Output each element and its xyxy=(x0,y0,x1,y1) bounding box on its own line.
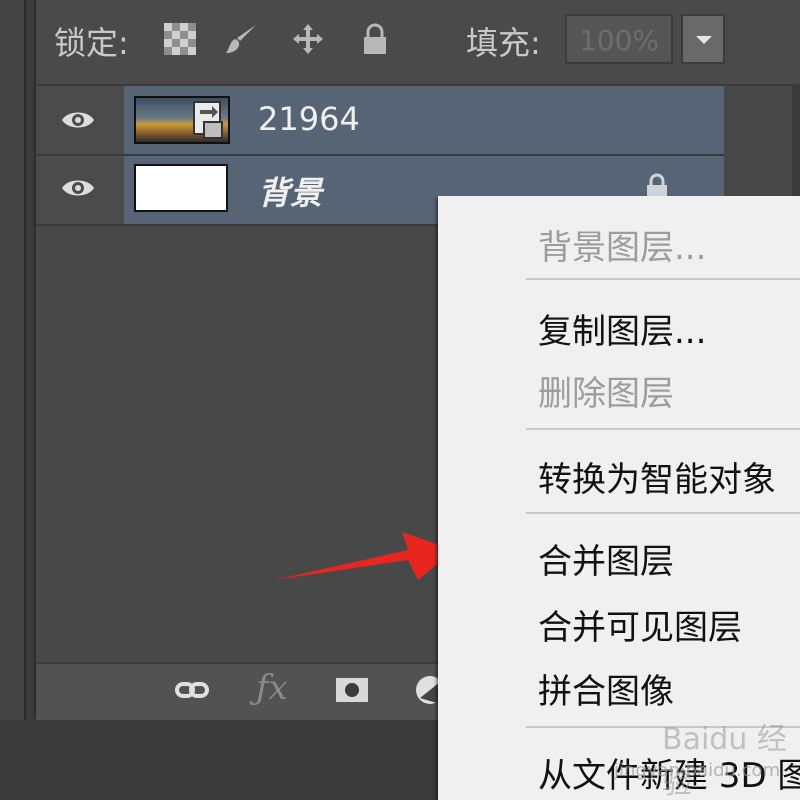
add-mask-icon[interactable] xyxy=(334,674,370,706)
menu-item-merge-visible[interactable]: 合并可见图层 xyxy=(538,600,742,649)
link-layers-icon[interactable] xyxy=(174,674,210,706)
fill-input[interactable]: 100% xyxy=(565,14,673,64)
fill-label: 填充: xyxy=(466,24,541,62)
menu-separator xyxy=(526,512,800,514)
baidu-watermark: Baidu 经验 xyxy=(662,722,787,800)
left-panel-strip xyxy=(0,0,26,720)
menu-item-flatten-image[interactable]: 拼合图像 xyxy=(538,664,674,713)
red-arrow-annotation xyxy=(274,532,454,580)
layer-context-menu: 背景图层... 复制图层... 删除图层 转换为智能对象 合并图层 合并可见图层… xyxy=(438,196,800,800)
lock-transparent-pixels-icon[interactable] xyxy=(163,22,197,56)
lock-label: 锁定: xyxy=(54,24,129,62)
fx-icon[interactable]: ƒx xyxy=(256,668,288,708)
menu-item-delete-layer: 删除图层 xyxy=(538,374,674,414)
layer-name[interactable]: 21964 xyxy=(258,100,360,138)
smart-object-badge-icon xyxy=(193,101,223,139)
baidu-watermark-url: jingyan.baidu.com xyxy=(614,760,781,781)
menu-item-merge-layers[interactable]: 合并图层 xyxy=(538,534,674,583)
layer-name[interactable]: 背景 xyxy=(258,168,322,214)
eye-icon[interactable] xyxy=(60,102,96,138)
menu-item-background-layer: 背景图层... xyxy=(538,228,707,268)
lock-position-icon[interactable] xyxy=(291,22,325,56)
eye-icon[interactable] xyxy=(60,170,96,206)
menu-item-duplicate-layer[interactable]: 复制图层... xyxy=(538,304,706,353)
fill-dropdown-button[interactable] xyxy=(681,14,725,64)
layers-panel-footer xyxy=(36,662,438,720)
menu-separator xyxy=(526,278,800,280)
lock-all-icon[interactable] xyxy=(358,22,392,56)
layer-thumbnail xyxy=(134,164,228,212)
menu-item-convert-to-smart-object[interactable]: 转换为智能对象 xyxy=(538,452,776,501)
menu-separator xyxy=(526,428,800,430)
lock-image-pixels-icon[interactable] xyxy=(224,22,258,56)
